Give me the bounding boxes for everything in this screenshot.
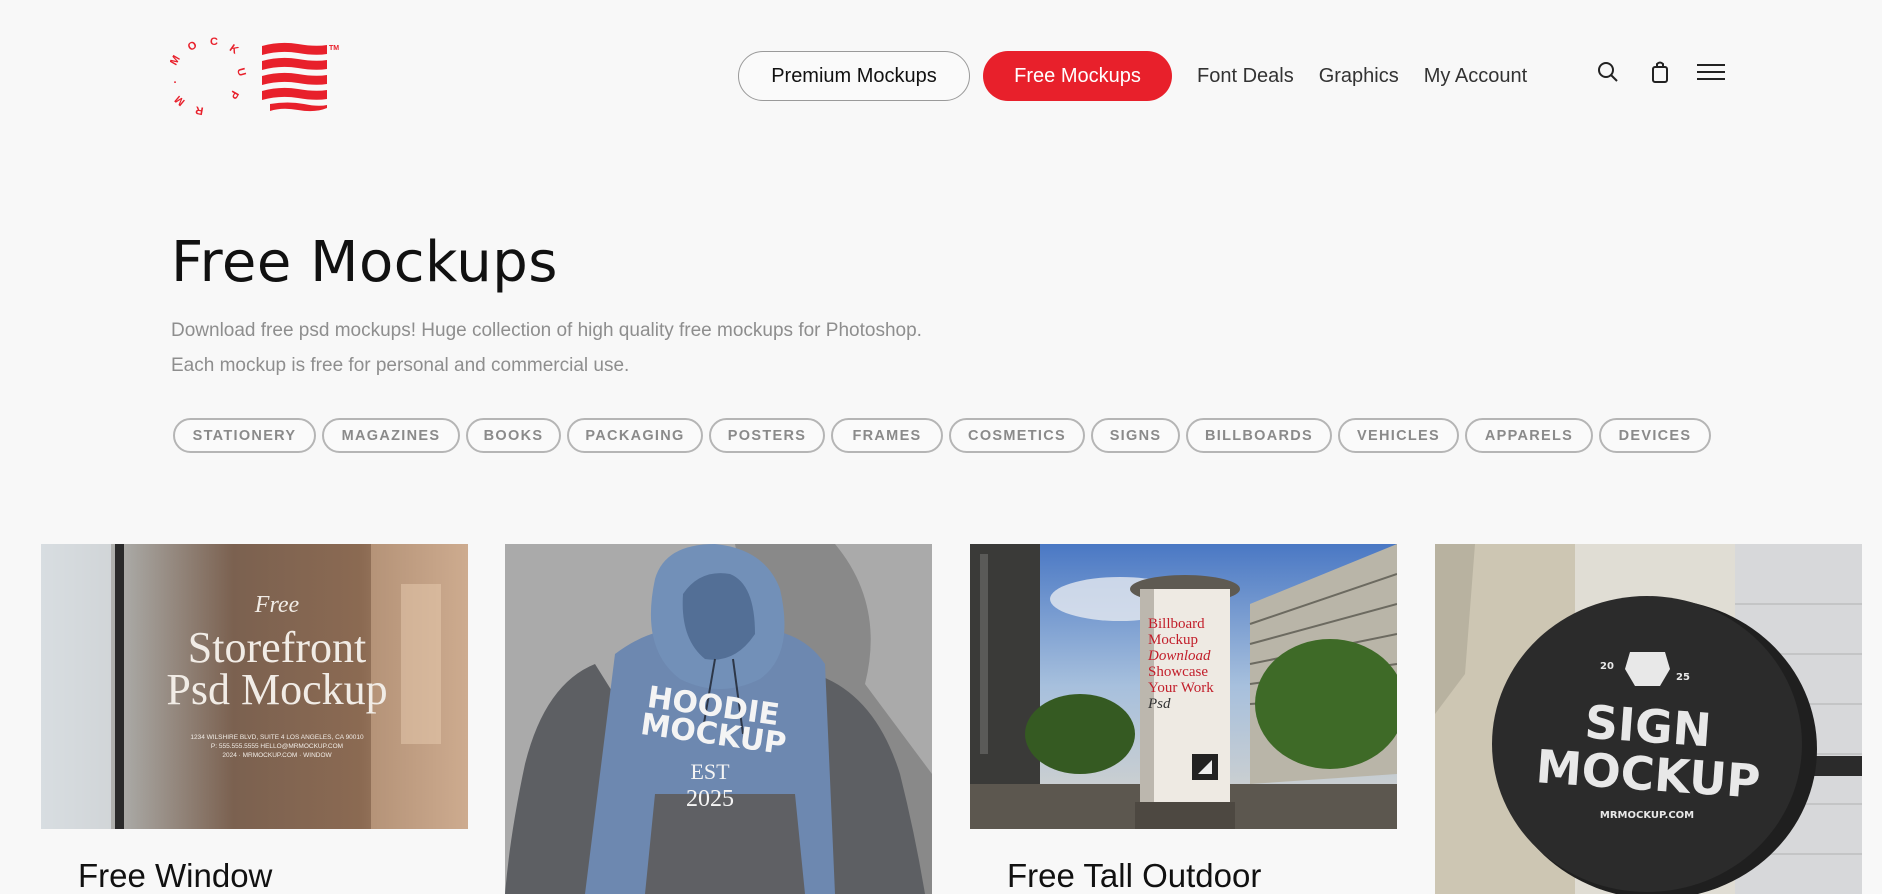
logo-letter: R	[194, 103, 204, 116]
card-image-text: 25	[1676, 672, 1690, 683]
category-stationery[interactable]: STATIONERY	[173, 418, 316, 453]
shopping-bag-icon[interactable]	[1650, 60, 1670, 84]
free-mockups-button[interactable]: Free Mockups	[983, 51, 1172, 101]
category-filters: STATIONERY MAGAZINES BOOKS PACKAGING POS…	[173, 418, 1717, 453]
card-image-text: Billboard	[1148, 616, 1205, 632]
card-image-text: MRMOCKUP.COM	[1600, 810, 1694, 821]
category-vehicles[interactable]: VEHICLES	[1338, 418, 1459, 453]
card-image-text: Showcase	[1148, 664, 1208, 680]
category-apparels[interactable]: APPARELS	[1465, 418, 1593, 453]
header-icons	[1596, 60, 1726, 84]
nav-link-my-account[interactable]: My Account	[1424, 65, 1527, 88]
card-image-sign[interactable]: 20 25 SIGN MOCKUP MRMOCKUP.COM	[1435, 544, 1862, 894]
category-books[interactable]: BOOKS	[466, 418, 561, 453]
menu-icon[interactable]	[1696, 61, 1726, 83]
logo-letter: C	[210, 36, 218, 48]
category-billboards[interactable]: BILLBOARDS	[1186, 418, 1332, 453]
page-title: Free Mockups	[171, 230, 558, 295]
category-posters[interactable]: POSTERS	[709, 418, 825, 453]
card-image-text: P: 555.555.5555 HELLO@MRMOCKUP.COM	[211, 743, 343, 750]
card-image-text: Psd Mockup	[166, 665, 387, 714]
premium-mockups-button[interactable]: Premium Mockups	[738, 51, 970, 101]
logo-letter: P	[227, 88, 241, 100]
mockup-card[interactable]: Billboard Mockup Download Showcase Your …	[970, 544, 1397, 894]
page: M O C K U P . M R TM Premium Mockups Fre…	[0, 0, 1882, 894]
card-title[interactable]: Free Tall Outdoor	[1007, 857, 1397, 894]
card-image-text: 20	[1600, 661, 1614, 672]
card-title[interactable]: Free Window	[78, 857, 468, 894]
nav-link-font-deals[interactable]: Font Deals	[1197, 65, 1294, 88]
logo-letter: M	[170, 54, 183, 68]
card-image-hoodie[interactable]: HOODIE MOCKUP EST 2025	[505, 544, 932, 894]
description-line-1: Download free psd mockups! Huge collecti…	[171, 320, 922, 341]
mockup-card[interactable]: HOODIE MOCKUP EST 2025	[505, 544, 932, 894]
logo-letter: M	[173, 93, 188, 108]
card-image-text: Your Work	[1148, 680, 1214, 696]
category-cosmetics[interactable]: COSMETICS	[949, 418, 1085, 453]
category-frames[interactable]: FRAMES	[831, 418, 943, 453]
card-image-text: EST	[690, 759, 730, 784]
card-image-storefront[interactable]: Free Storefront Psd Mockup 1234 WILSHIRE…	[41, 544, 468, 829]
nav-link-graphics[interactable]: Graphics	[1319, 65, 1399, 88]
card-image-text: 1234 WILSHIRE BLVD, SUITE 4 LOS ANGELES,…	[190, 734, 364, 741]
card-image-text: 2024 · MRMOCKUP.COM · WINDOW	[222, 752, 332, 759]
main-nav: Premium Mockups Free Mockups Font Deals …	[738, 51, 1540, 101]
category-packaging[interactable]: PACKAGING	[567, 418, 703, 453]
card-image-billboard[interactable]: Billboard Mockup Download Showcase Your …	[970, 544, 1397, 829]
page-description: Download free psd mockups! Huge collecti…	[171, 313, 1071, 383]
logo-tm: TM	[329, 45, 339, 52]
card-image-text: Download	[1147, 648, 1211, 664]
category-signs[interactable]: SIGNS	[1091, 418, 1180, 453]
card-image-text: Free	[254, 592, 300, 618]
card-image-text: 2025	[686, 786, 734, 812]
search-icon[interactable]	[1596, 60, 1620, 84]
mockup-card[interactable]: Free Storefront Psd Mockup 1234 WILSHIRE…	[41, 544, 468, 894]
category-magazines[interactable]: MAGAZINES	[322, 418, 460, 453]
card-image-text: Mockup	[1148, 632, 1198, 648]
description-line-2: Each mockup is free for personal and com…	[171, 355, 630, 376]
mockup-card[interactable]: 20 25 SIGN MOCKUP MRMOCKUP.COM	[1435, 544, 1862, 894]
logo-letter: U	[234, 67, 248, 78]
card-image-text: Psd	[1147, 696, 1171, 712]
site-logo[interactable]: M O C K U P . M R TM	[168, 36, 340, 118]
category-devices[interactable]: DEVICES	[1599, 418, 1711, 453]
logo-letter: O	[186, 39, 200, 54]
logo-letter: K	[227, 42, 240, 56]
logo-letter: .	[173, 74, 176, 86]
